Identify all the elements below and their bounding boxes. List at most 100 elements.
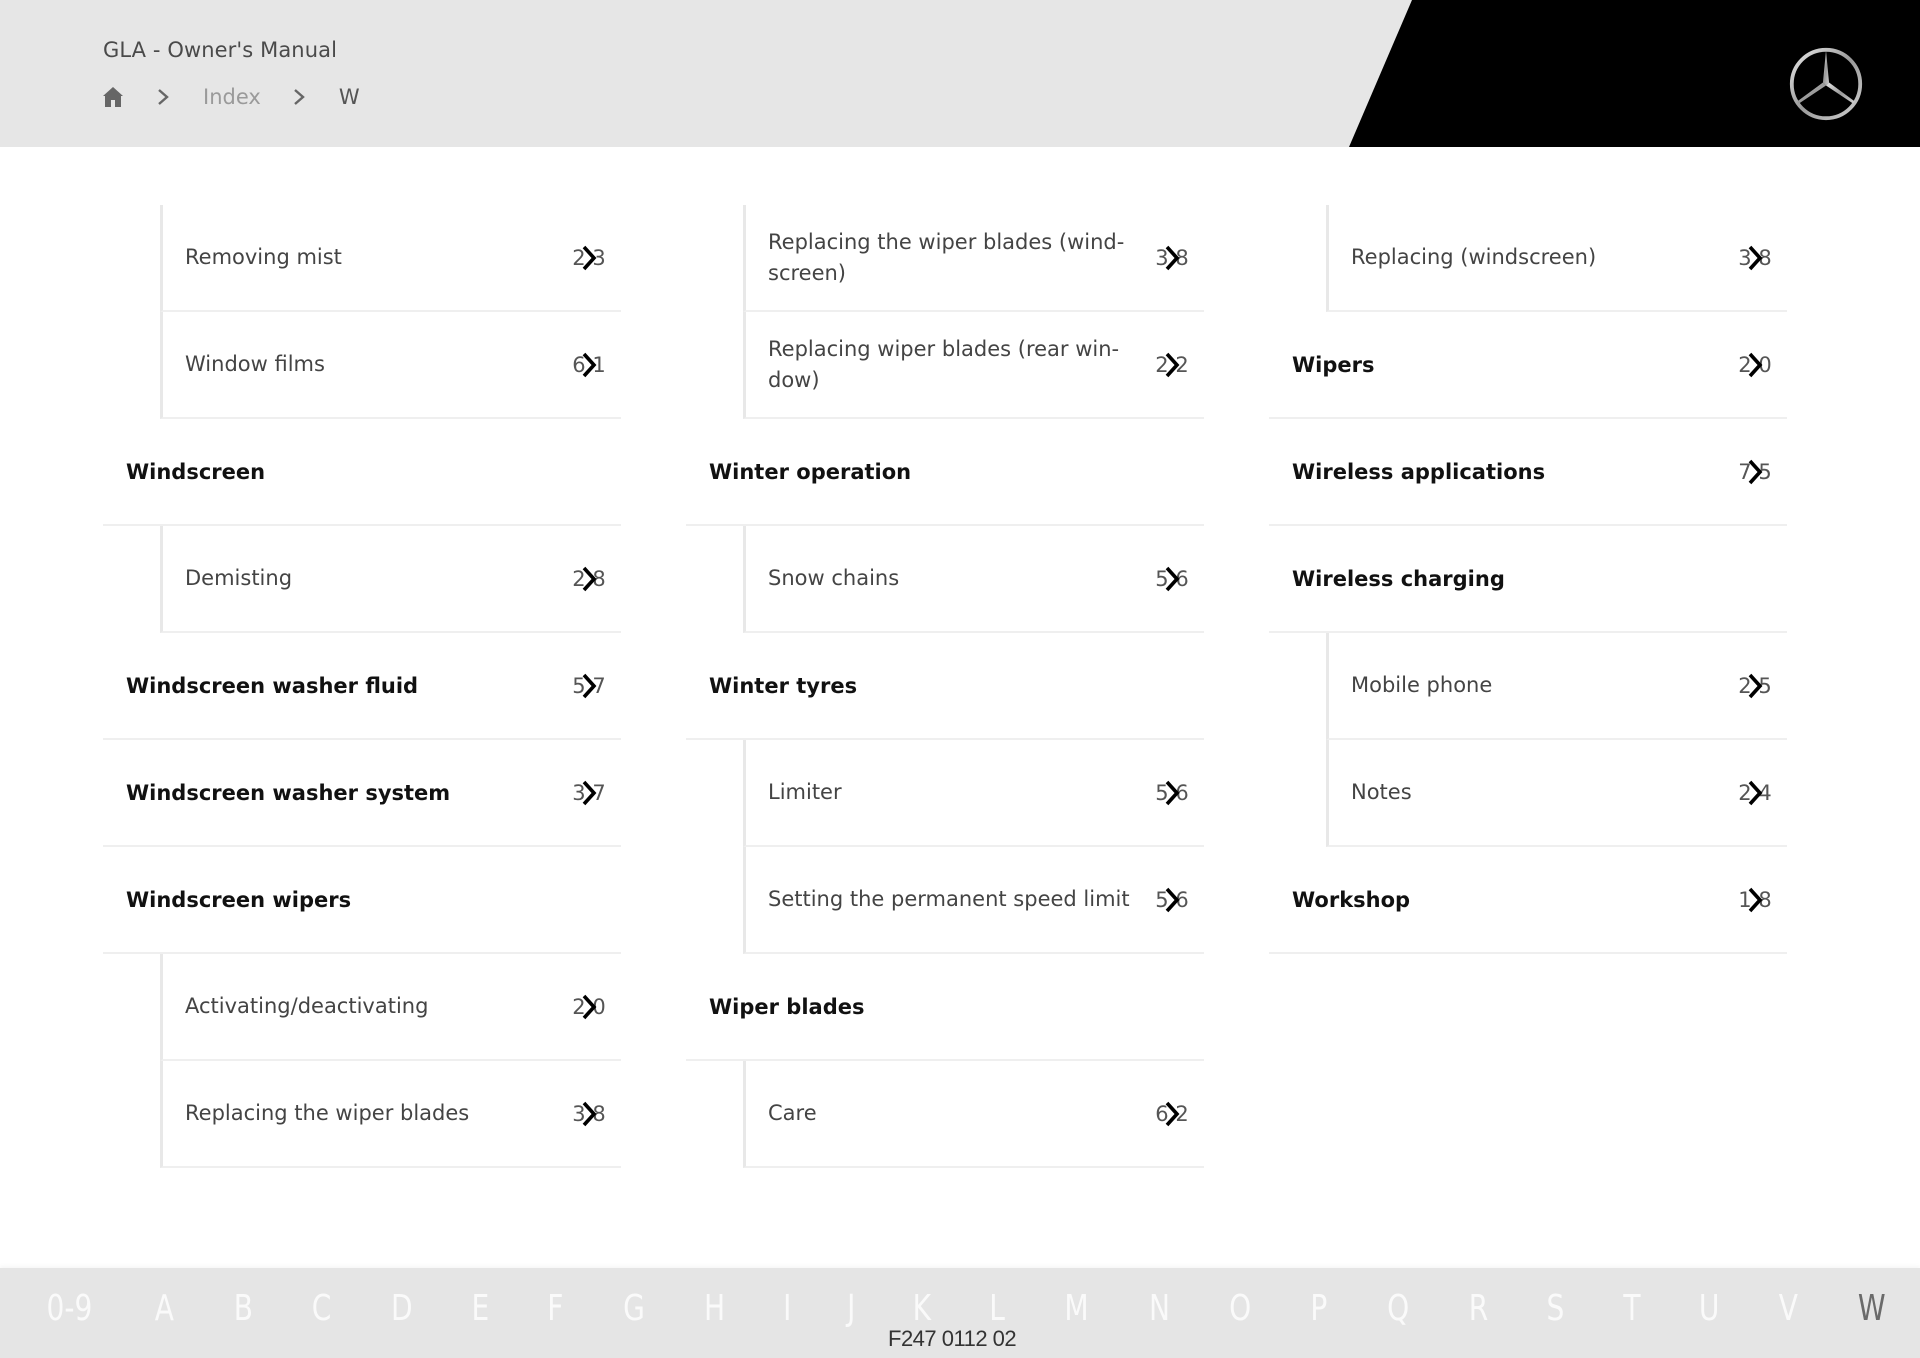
index-entry-row[interactable]: Setting the permanent speed limit 5 6: [743, 847, 1204, 954]
index-entry-label: Replacing the wiper blades: [185, 1101, 470, 1125]
page-link[interactable]: 1 8: [1733, 885, 1777, 915]
alphabet-letter-t[interactable]: T: [1623, 1288, 1640, 1329]
page-link[interactable]: 5 6: [1150, 778, 1194, 808]
index-group-row[interactable]: Wipers 2 0: [1269, 312, 1787, 419]
alphabet-letter-k[interactable]: K: [913, 1288, 931, 1329]
alphabet-letter-a[interactable]: A: [155, 1288, 174, 1329]
page-link[interactable]: 3 8: [1733, 243, 1777, 273]
index-entry-label: Removing mist: [185, 245, 342, 269]
index-entry-row[interactable]: Replacing (windscreen) 3 8: [1326, 205, 1787, 312]
page-link[interactable]: 2 4: [1733, 778, 1777, 808]
page-link[interactable]: 3 8: [567, 1099, 611, 1129]
index-entry-row[interactable]: Removing mist 2 3: [160, 205, 621, 312]
index-entry-row[interactable]: Mobile phone 2 5: [1326, 633, 1787, 740]
alphabet-letter-g[interactable]: G: [623, 1288, 645, 1329]
index-group-label: Winter operation: [709, 459, 912, 484]
index-group-row[interactable]: Workshop 1 8: [1269, 847, 1787, 954]
index-entry-row[interactable]: Notes 2 4: [1326, 740, 1787, 847]
header-black-panel: [1349, 0, 1920, 147]
chevron-right-icon: [158, 89, 169, 105]
alphabet-letter-r[interactable]: R: [1468, 1288, 1488, 1329]
index-group-row[interactable]: Windscreen washer fluid 5 7: [103, 633, 621, 740]
page-link[interactable]: 2 3: [567, 243, 611, 273]
index-group-row: Wiper blades: [686, 954, 1204, 1061]
index-group-label: Windscreen washer system: [126, 780, 451, 805]
alphabet-letter-l[interactable]: L: [990, 1288, 1006, 1329]
alphabet-letter-s[interactable]: S: [1547, 1288, 1565, 1329]
page-link[interactable]: 3 7: [567, 778, 611, 808]
index-entry-row[interactable]: Activating/deactivating 2 0: [160, 954, 621, 1061]
index-entry-row[interactable]: Snow chains 5 6: [743, 526, 1204, 633]
index-entry-label: Demisting: [185, 566, 293, 590]
index-entry-row[interactable]: Limiter 5 6: [743, 740, 1204, 847]
index-column-1: Removing mist 2 3 Window films 6 1 Windscree…: [103, 205, 621, 1168]
page-link[interactable]: 2 2: [1150, 350, 1194, 380]
alphabet-letter-p[interactable]: P: [1311, 1288, 1328, 1329]
index-entry-label: Mobile phone: [1351, 673, 1493, 697]
alphabet-letter-i[interactable]: I: [783, 1288, 791, 1329]
alphabet-letter-0-9[interactable]: 0-9: [46, 1288, 92, 1329]
index-entry-row[interactable]: Replacing the wiper blades 3 8: [160, 1061, 621, 1168]
app-title: GLA - Owner's Manual: [103, 38, 338, 62]
chevron-right-icon: [582, 245, 597, 270]
page-link[interactable]: 5 6: [1150, 564, 1194, 594]
alphabet-letter-n[interactable]: N: [1149, 1288, 1170, 1329]
index-entry-row[interactable]: Care 6 2: [743, 1061, 1204, 1168]
alphabet-letter-h[interactable]: H: [704, 1288, 725, 1329]
page-link[interactable]: 2 5: [1733, 671, 1777, 701]
alphabet-letter-v[interactable]: V: [1779, 1288, 1798, 1329]
page-link[interactable]: 2 0: [1733, 350, 1777, 380]
index-group-row: Windscreen: [103, 419, 621, 526]
index-entry-row[interactable]: Demisting 2 8: [160, 526, 621, 633]
alphabet-letter-e[interactable]: E: [472, 1288, 490, 1329]
chevron-right-icon: [1748, 459, 1763, 484]
index-entry-row[interactable]: Window films 6 1: [160, 312, 621, 419]
chevron-right-icon: [582, 994, 597, 1019]
index-entry-row[interactable]: Replacing wiper blades (rear win-dow) 2 2: [743, 312, 1204, 419]
home-icon[interactable]: [101, 85, 125, 109]
page-link[interactable]: 5 7: [567, 671, 611, 701]
index-group-row: Winter operation: [686, 419, 1204, 526]
index-entry-label: Snow chains: [768, 566, 900, 590]
alphabet-letter-m[interactable]: M: [1065, 1288, 1089, 1329]
chevron-right-icon: [582, 1101, 597, 1126]
page-link[interactable]: 6 1: [567, 350, 611, 380]
chevron-right-icon: [582, 780, 597, 805]
alphabet-letter-j[interactable]: J: [847, 1288, 855, 1329]
page-link[interactable]: 7 5: [1733, 457, 1777, 487]
page-link[interactable]: 2 0: [567, 992, 611, 1022]
alphabet-letter-f[interactable]: F: [548, 1288, 564, 1329]
page-link[interactable]: 6 2: [1150, 1099, 1194, 1129]
chevron-right-icon: [1165, 780, 1180, 805]
index-group-label: Workshop: [1292, 887, 1411, 912]
alphabet-letter-o[interactable]: O: [1229, 1288, 1251, 1329]
alphabet-index: 0-9 A B C D E F G H I J K L M N O P Q R S T U V W: [40, 1286, 1890, 1330]
alphabet-letter-d[interactable]: D: [391, 1288, 413, 1329]
chevron-right-icon: [1748, 673, 1763, 698]
chevron-right-icon: [582, 673, 597, 698]
page-link[interactable]: 2 8: [567, 564, 611, 594]
alphabet-letter-u[interactable]: U: [1699, 1288, 1720, 1329]
alphabet-letter-c[interactable]: C: [312, 1288, 332, 1329]
index-entry-label: Notes: [1351, 780, 1412, 804]
alphabet-letter-q[interactable]: Q: [1387, 1288, 1409, 1329]
breadcrumb-current: W: [338, 85, 360, 109]
index-entry-label: Replacing wiper blades (rear win-dow): [768, 336, 1120, 392]
index-entry-label: Replacing the wiper blades (wind-screen): [768, 229, 1125, 285]
page-link[interactable]: 5 6: [1150, 885, 1194, 915]
chevron-right-icon: [294, 89, 305, 105]
index-group-label: Wiper blades: [709, 994, 865, 1019]
chevron-right-icon: [582, 566, 597, 591]
alphabet-letter-b[interactable]: B: [233, 1288, 252, 1329]
index-group-row: Wireless charging: [1269, 526, 1787, 633]
breadcrumb-index-link[interactable]: Index: [203, 85, 261, 109]
index-entry-label: Window films: [185, 352, 325, 376]
index-group-row[interactable]: Wireless applications 7 5: [1269, 419, 1787, 526]
index-entry-label: Activating/deactivating: [185, 994, 429, 1018]
page-link[interactable]: 3 8: [1150, 243, 1194, 273]
chevron-right-icon: [1165, 566, 1180, 591]
alphabet-letter-w[interactable]: W: [1858, 1288, 1886, 1329]
index-entry-row[interactable]: Replacing the wiper blades (wind-screen)…: [743, 205, 1204, 312]
index-group-row[interactable]: Windscreen washer system 3 7: [103, 740, 621, 847]
index-entry-label: Limiter: [768, 780, 842, 804]
